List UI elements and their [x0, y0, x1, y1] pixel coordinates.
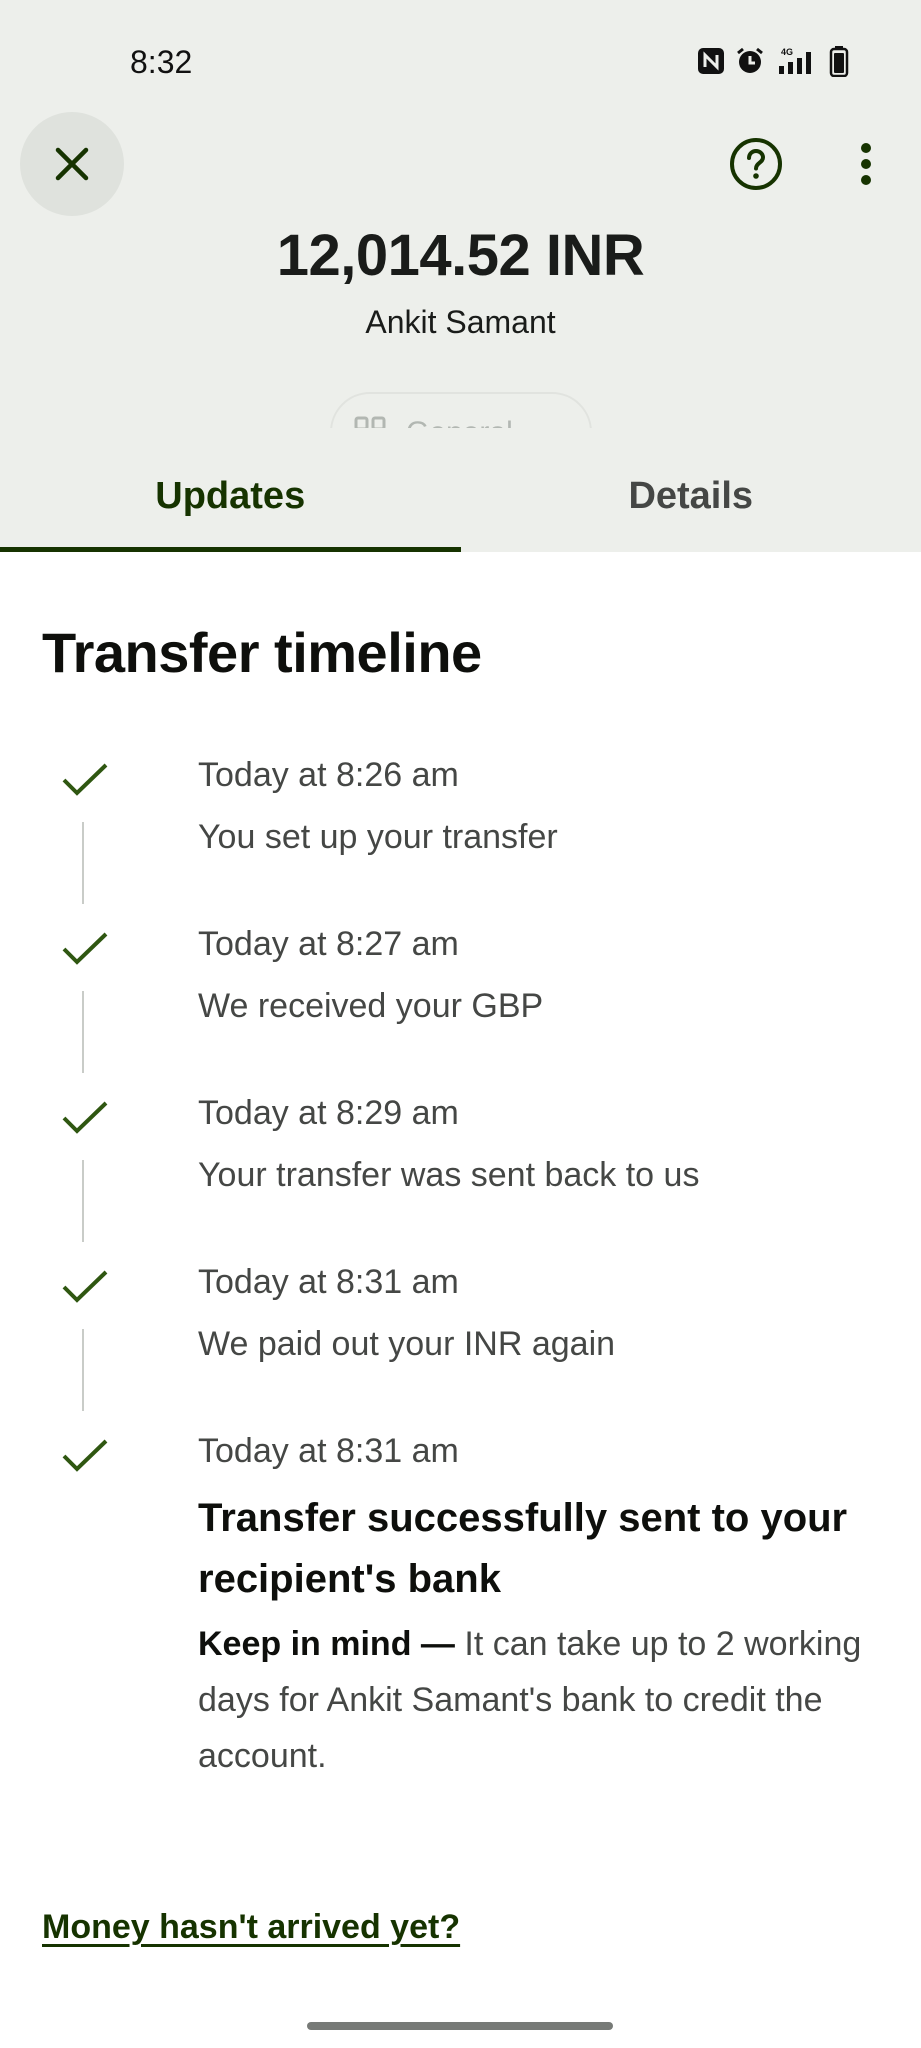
timeline-time: Today at 8:31 am [198, 1263, 459, 1301]
money-not-arrived-link[interactable]: Money hasn't arrived yet? [42, 1908, 460, 1947]
timeline-connector [82, 991, 84, 1073]
recipient-name: Ankit Samant [365, 304, 556, 340]
home-indicator[interactable] [307, 2022, 613, 2030]
timeline-description: Transfer successfully sent to your recip… [198, 1496, 848, 1601]
category-chip-wrapper: General [0, 380, 921, 428]
check-icon [62, 932, 108, 965]
signal-4g-icon: 4G [775, 46, 819, 76]
timeline-description: We paid out your INR again [198, 1325, 616, 1363]
timeline-time: Today at 8:26 am [198, 756, 459, 794]
tab-details[interactable]: Details [461, 440, 921, 552]
category-grid-icon [354, 416, 386, 428]
tab-bar: Updates Details [0, 440, 921, 552]
nfc-icon [697, 47, 725, 75]
timeline-connector [82, 822, 84, 904]
more-vert-icon [861, 143, 871, 185]
status-icons: 4G [697, 44, 849, 78]
timeline-title: Transfer timeline [42, 621, 482, 684]
check-icon [62, 1101, 108, 1134]
transfer-header: 8:32 4G 12,014.52 INR Ankit Samant Updat… [0, 0, 921, 552]
more-options-button[interactable] [838, 136, 894, 192]
check-icon [62, 763, 108, 796]
timeline-time: Today at 8:27 am [198, 925, 459, 963]
category-chip-label: General [406, 416, 513, 428]
timeline-note: Keep in mind — It can take up to 2 worki… [198, 1616, 888, 1784]
timeline-description: You set up your transfer [198, 818, 558, 856]
close-icon [55, 147, 89, 181]
timeline-time: Today at 8:29 am [198, 1094, 459, 1132]
category-chip[interactable]: General [330, 392, 592, 428]
timeline-time: Today at 8:31 am [198, 1432, 459, 1470]
timeline-connector [82, 1329, 84, 1411]
alarm-icon [735, 46, 765, 76]
question-icon [730, 138, 782, 190]
status-time: 8:32 [130, 44, 193, 80]
help-button[interactable] [728, 136, 784, 192]
close-button[interactable] [20, 112, 124, 216]
transfer-amount: 12,014.52 INR [276, 223, 645, 288]
check-icon [62, 1270, 108, 1303]
timeline-description: Your transfer was sent back to us [198, 1156, 700, 1194]
tab-updates[interactable]: Updates [0, 440, 461, 552]
battery-icon [829, 45, 849, 77]
timeline-description: We received your GBP [198, 987, 544, 1025]
network-label: 4G [781, 47, 793, 57]
timeline-connector [82, 1160, 84, 1242]
check-icon [62, 1439, 108, 1472]
note-label: Keep in mind — [198, 1625, 455, 1663]
